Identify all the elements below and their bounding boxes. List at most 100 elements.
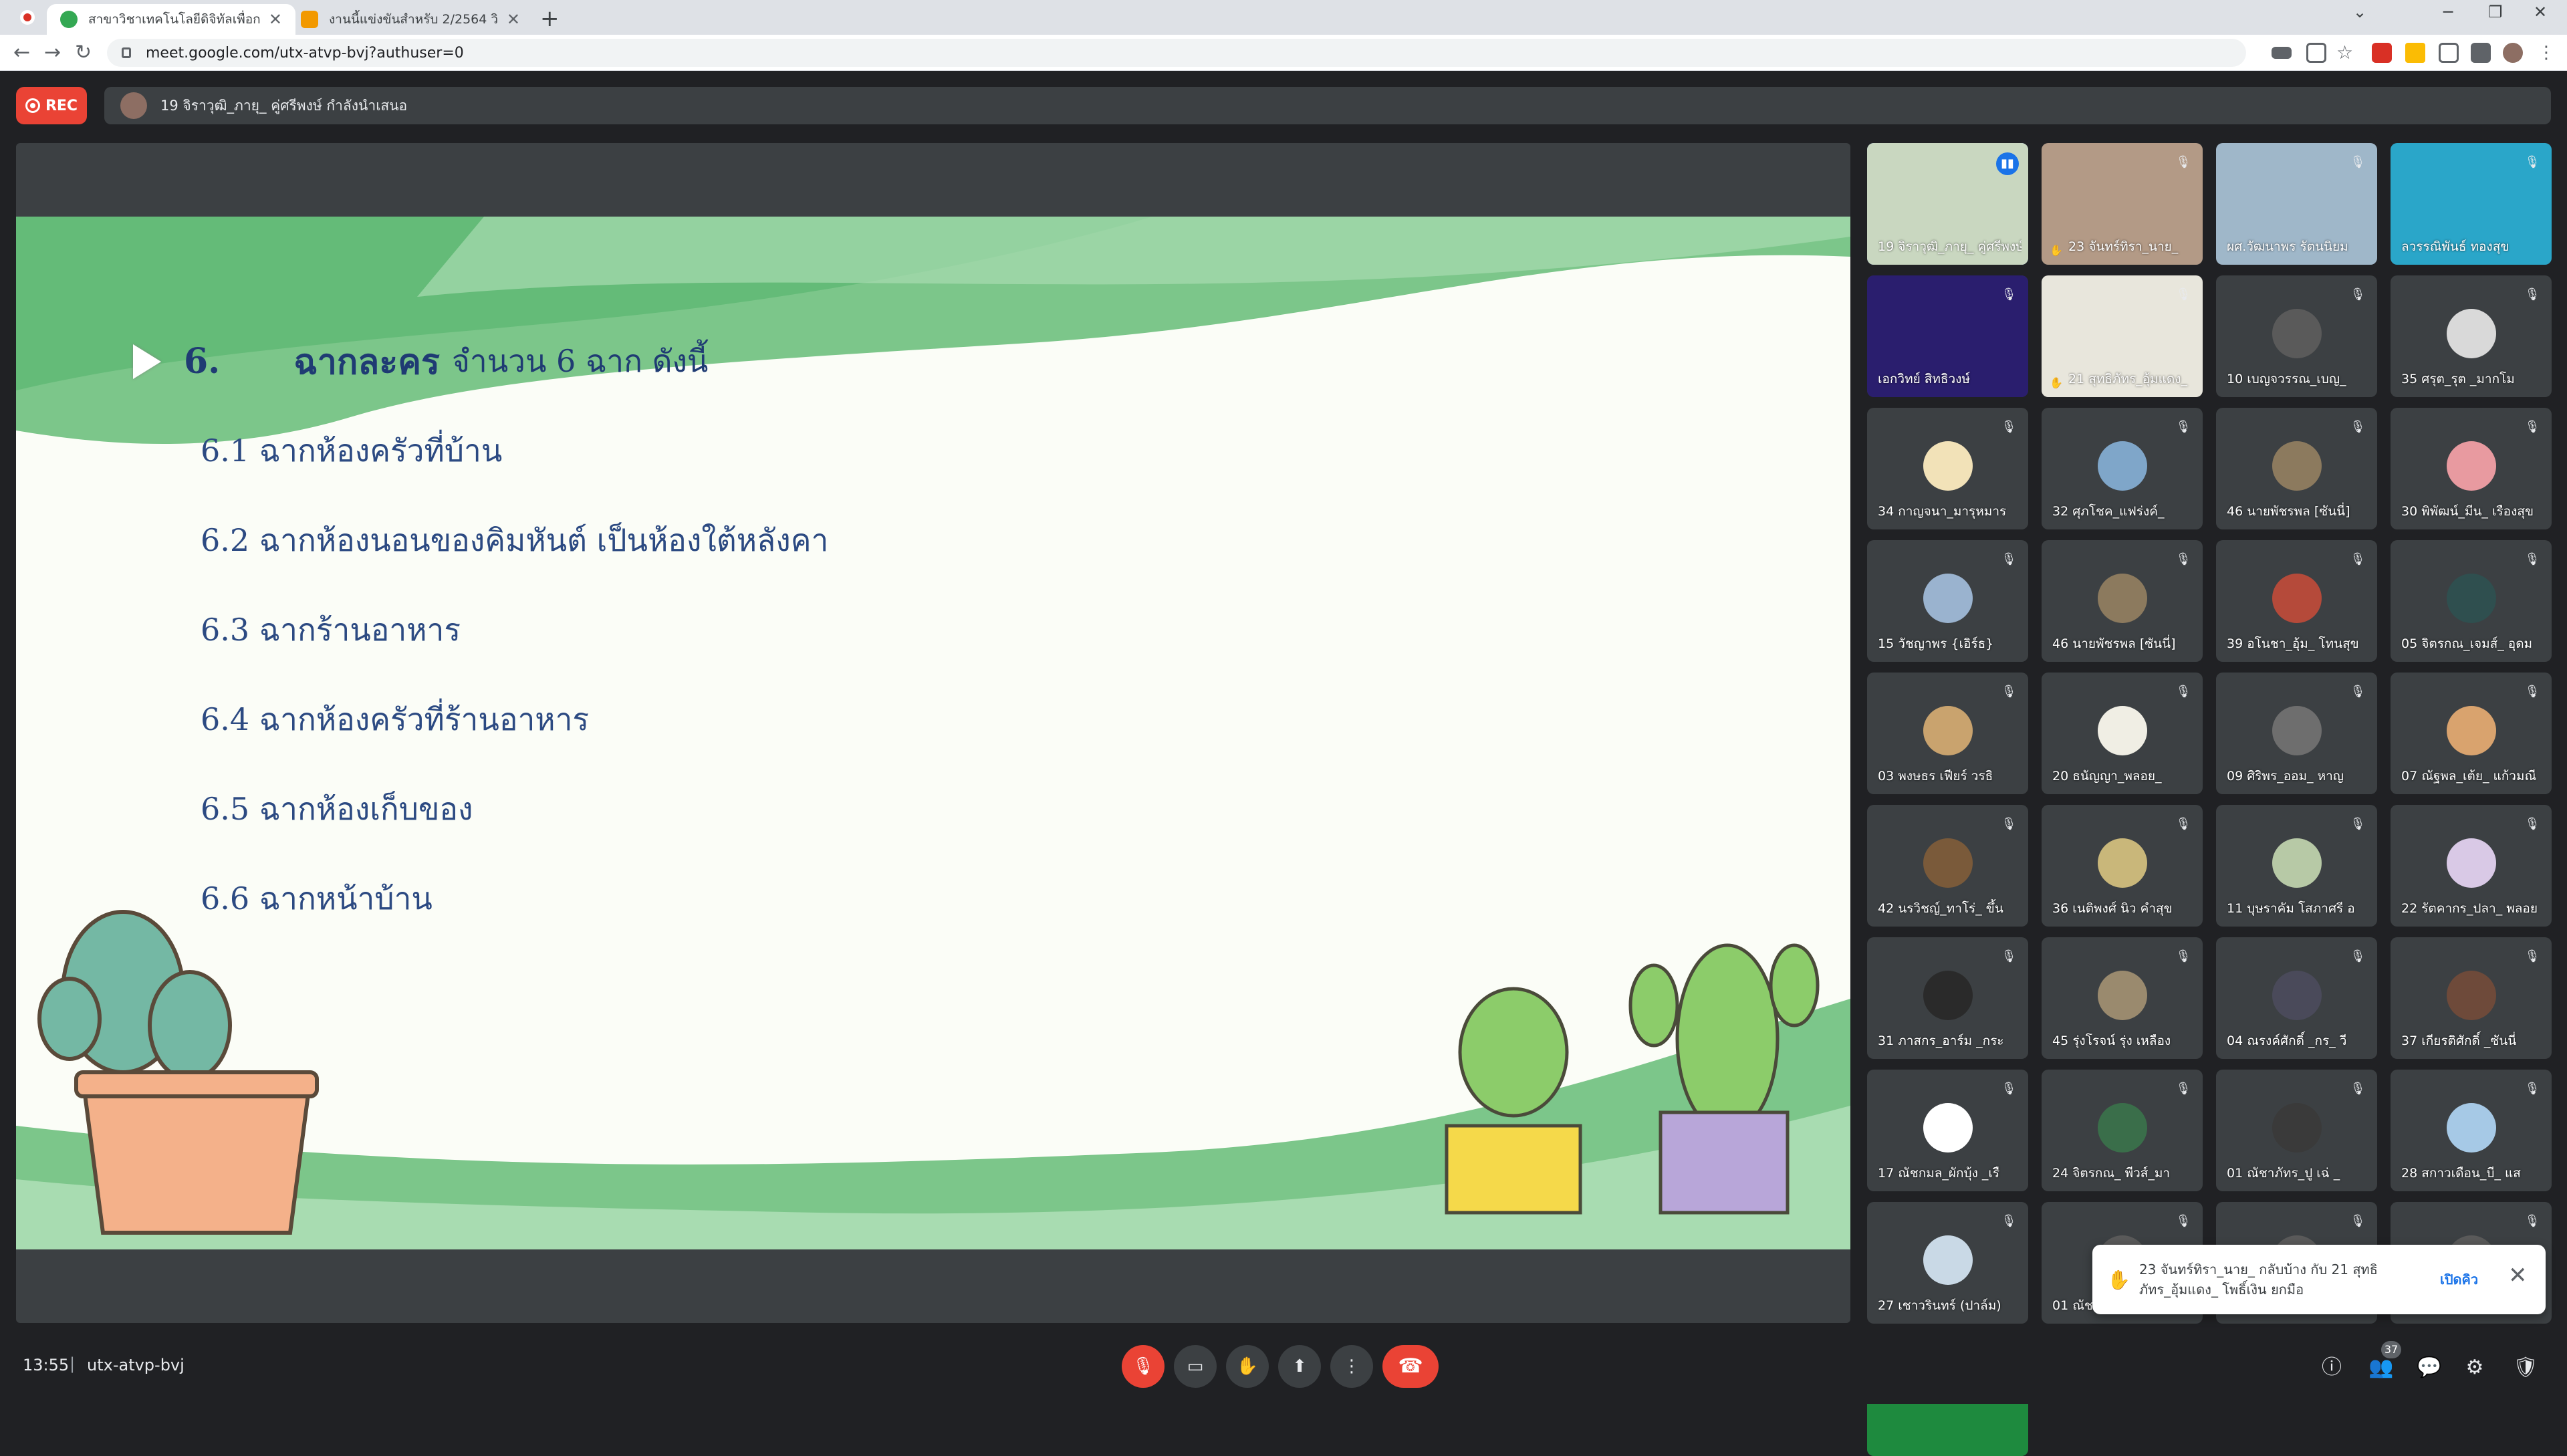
- participant-name: ลวรรณิพันธ์ ทองสุข: [2401, 239, 2510, 254]
- participant-tile[interactable]: 🎙 46 นายพัชรพล [ซันนี่]: [2042, 540, 2203, 662]
- browser-tab-1[interactable]: สาขาวิชาเทคโนโลยีดิจิทัลเพื่อการศึกษา ✕: [47, 4, 295, 35]
- chat-button[interactable]: 💬: [2415, 1353, 2444, 1382]
- participant-tile[interactable]: 🎙 04 ณรงค์ศักดิ์ _กร_ วี: [2216, 937, 2377, 1059]
- participant-tile[interactable]: ▮▮ 19 จิราวุฒิ_ภายุ_ คู่ศรีพงษ์: [1867, 143, 2028, 265]
- mic-muted-icon: 🎙: [2524, 1214, 2540, 1228]
- participant-tile[interactable]: 🎙 42 นรวิชญ์_ทาโร่_ ขึ้น: [1867, 805, 2028, 927]
- bookmark-star-icon[interactable]: ☆: [2336, 43, 2356, 63]
- tab-close-icon[interactable]: ✕: [507, 10, 520, 29]
- participant-name: 31 ภาสกร_อาร์ม _กระ: [1878, 1034, 2004, 1048]
- reload-button[interactable]: ↻: [75, 41, 92, 64]
- participant-name: 05 จิตรกณ_เจมส์_ อุดม: [2401, 636, 2533, 651]
- notification-close-icon[interactable]: ✕: [2508, 1262, 2528, 1289]
- participant-tile[interactable]: 🎙 05 จิตรกณ_เจมส์_ อุดม: [2391, 540, 2552, 662]
- participant-tile[interactable]: 🎙 36 เนติพงศ์ นิว คำสุข: [2042, 805, 2203, 927]
- restore-button[interactable]: ❐: [2488, 3, 2503, 21]
- leave-call-button[interactable]: ☎: [1382, 1345, 1439, 1388]
- browser-tab-2[interactable]: งานนี้แข่งขันสำหรับ 2/2564 วิชา 43 ✕: [287, 4, 533, 35]
- host-controls-button[interactable]: 🛡: [2511, 1353, 2540, 1382]
- participant-tile[interactable]: 🎙 23 จันทร์ทิรา_นาย_ ✋: [2042, 143, 2203, 265]
- close-window-button[interactable]: ✕: [2534, 3, 2547, 21]
- mic-muted-icon: 🎙: [2175, 817, 2191, 831]
- participant-tile[interactable]: 🎙 07 ณัฐพล_เต้ย_ แก้วมณี: [2391, 673, 2552, 794]
- divider: |: [70, 1354, 76, 1373]
- present-screen-button[interactable]: ⬆: [1278, 1345, 1321, 1388]
- participant-tile[interactable]: 🎙 ลวรรณิพันธ์ ทองสุข: [2391, 143, 2552, 265]
- mic-muted-icon: 🎙: [2001, 287, 2017, 301]
- participant-tile[interactable]: 🎙 30 พิพัฒน์_มีน_ เรืองสุข: [2391, 408, 2552, 529]
- participant-avatar: [1923, 706, 1973, 755]
- new-tab-button[interactable]: +: [540, 5, 560, 32]
- participant-tile[interactable]: 🎙 35 ศรุต_รุต _มากโม: [2391, 275, 2552, 397]
- participant-tile[interactable]: 🎙 17 ณัชกมล_ผักบุ้ง _เรื: [1867, 1070, 2028, 1191]
- speaking-indicator-icon: ▮▮: [1996, 152, 2019, 175]
- profile-avatar[interactable]: [2503, 43, 2523, 63]
- participant-tile[interactable]: 🎙 34 กาญจนา_มารุหมาร: [1867, 408, 2028, 529]
- participant-tile[interactable]: 🎙 45 รุ่งโรจน์ รุ่ง เหลือง: [2042, 937, 2203, 1059]
- participant-tile[interactable]: 🎙 20 ธนัญญา_พลอย_: [2042, 673, 2203, 794]
- microphone-off-button[interactable]: 🎙: [1122, 1345, 1165, 1388]
- mic-muted-icon: 🎙: [2001, 1214, 2017, 1228]
- record-icon: [25, 98, 40, 113]
- browser-menu-icon[interactable]: ⋮: [2538, 43, 2558, 63]
- participant-avatar: [2447, 838, 2496, 888]
- mic-muted-icon: 🎙: [2350, 949, 2366, 963]
- participant-tile[interactable]: 🎙 46 นายพัชรพล [ซันนี่]: [2216, 408, 2377, 529]
- forward-button[interactable]: →: [44, 41, 61, 64]
- mic-muted-icon: 🎙: [2524, 1082, 2540, 1096]
- participant-name: 19 จิราวุฒิ_ภายุ_ คู่ศรีพงษ์: [1878, 239, 2022, 254]
- mic-muted-icon: 🎙: [2524, 817, 2540, 831]
- participant-tile[interactable]: 🎙 เอกวิทย์ สิทธิวงษ์: [1867, 275, 2028, 397]
- mic-muted-icon: 🎙: [2001, 685, 2017, 699]
- participant-tile[interactable]: 🎙 37 เกียรติศักดิ์ _ซันนี่: [2391, 937, 2552, 1059]
- camera-button[interactable]: ▭: [1174, 1345, 1217, 1388]
- tab-close-icon[interactable]: ✕: [269, 10, 282, 29]
- participant-tile[interactable]: 🎙 15 วัชญาพร {เอิร์ธ}: [1867, 540, 2028, 662]
- participant-tile[interactable]: 🎙 11 บุษราคัม โสภาศรี อ: [2216, 805, 2377, 927]
- address-bar[interactable]: meet.google.com/utx-atvp-bvj?authuser=0: [107, 39, 2246, 67]
- mic-muted-icon: 🎙: [2524, 552, 2540, 566]
- participant-name: เอกวิทย์ สิทธิวงษ์: [1878, 372, 1970, 386]
- participant-tile[interactable]: 🎙 28 สกาวเดือน_บี_ แส: [2391, 1070, 2552, 1191]
- mic-muted-icon: 🎙: [2001, 1082, 2017, 1096]
- participant-tile[interactable]: 🎙 03 พงษธร เฟียร์ วรธิ: [1867, 673, 2028, 794]
- presenting-text: 19 จิราวุฒิ_ภายุ_ คู่ศรีพงษ์ กำลังนำเสนอ: [160, 97, 408, 114]
- participant-tile[interactable]: 🎙 39 อโนชา_อุ้ม_ โทนสุข: [2216, 540, 2377, 662]
- mic-muted-icon: 🎙: [2175, 685, 2191, 699]
- share-icon[interactable]: [2306, 43, 2326, 63]
- participant-name: 15 วัชญาพร {เอิร์ธ}: [1878, 636, 1994, 651]
- participant-tile[interactable]: 🎙 09 ศิริพร_ออม_ หาญ: [2216, 673, 2377, 794]
- back-button[interactable]: ←: [13, 41, 30, 64]
- participant-tile[interactable]: 🎙 24 จิตรกณ_ พีวส์_มา: [2042, 1070, 2203, 1191]
- activities-button[interactable]: ⚙: [2460, 1353, 2489, 1382]
- presentation-stage: 6. ฉากละคร จำนวน 6 ฉาก ดังนี้ 6.1 ฉากห้อ…: [16, 143, 1850, 1323]
- extension-icon[interactable]: [2439, 43, 2459, 63]
- participant-avatar: [1923, 574, 1973, 623]
- mic-muted-icon: 🎙: [2001, 552, 2017, 566]
- presenter-avatar: [120, 92, 147, 119]
- participant-tile[interactable]: 🎙 32 ศุภโชค_แฟร่งค์_: [2042, 408, 2203, 529]
- participant-tile[interactable]: 🎙 10 เบญจวรรณ_เบญ_: [2216, 275, 2377, 397]
- drive-extension-icon[interactable]: [2405, 43, 2425, 63]
- participant-tile[interactable]: 🎙 ผศ.วัฒนาพร รัตนนิยม: [2216, 143, 2377, 265]
- tab-search-icon[interactable]: ⌄: [2353, 3, 2366, 21]
- more-vert-icon: ⋮: [1343, 1356, 1360, 1376]
- open-queue-button[interactable]: เปิดคิว: [2440, 1269, 2478, 1290]
- participant-tile[interactable]: 🎙 22 รัตคากร_ปลา_ พลอย: [2391, 805, 2552, 927]
- participant-tile[interactable]: 🎙 01 ณัชาภัทร_ปู เฉ่ _: [2216, 1070, 2377, 1191]
- participant-tile[interactable]: 🎙 27 เชาวรินทร์ (ปาล์ม): [1867, 1202, 2028, 1324]
- participant-tile[interactable]: 🎙 21 สุทธิภัทร_อุ้มแดง_ ✋: [2042, 275, 2203, 397]
- raise-hand-button[interactable]: ✋: [1226, 1345, 1269, 1388]
- minimize-button[interactable]: ─: [2443, 3, 2453, 21]
- more-options-button[interactable]: ⋮: [1330, 1345, 1373, 1388]
- meeting-details-button[interactable]: ⓘ: [2317, 1353, 2346, 1382]
- recording-badge: REC: [16, 87, 87, 124]
- hang-up-icon: ☎: [1398, 1354, 1423, 1378]
- pdf-extension-icon[interactable]: [2372, 43, 2392, 63]
- camera-in-use-icon[interactable]: [2272, 47, 2292, 59]
- mic-muted-icon: 🎙: [2350, 1214, 2366, 1228]
- extensions-puzzle-icon[interactable]: [2471, 43, 2491, 63]
- participant-name: 46 นายพัชรพล [ซันนี่]: [2052, 636, 2176, 651]
- participant-tile[interactable]: 🎙 31 ภาสกร_อาร์ม _กระ: [1867, 937, 2028, 1059]
- participant-name: 36 เนติพงศ์ นิว คำสุข: [2052, 901, 2173, 916]
